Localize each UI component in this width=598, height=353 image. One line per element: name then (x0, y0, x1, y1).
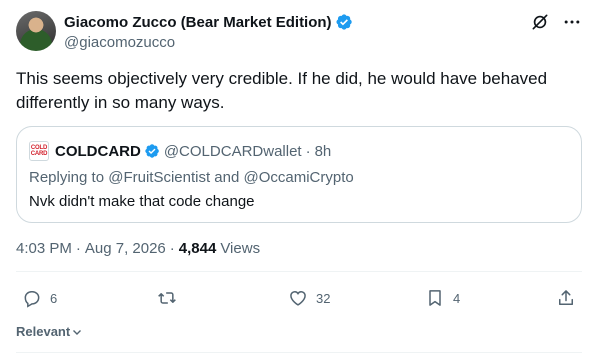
quote-header: COLD CARD COLDCARD @COLDCARDwallet · 8h (29, 141, 331, 161)
more-icon[interactable] (562, 12, 582, 32)
meta-separator: · (75, 240, 81, 257)
sort-label: Relevant (16, 324, 71, 339)
author-name-row: Giacomo Zucco (Bear Market Edition) (64, 12, 353, 32)
share-button[interactable] (556, 288, 576, 308)
chevron-down-icon (73, 329, 82, 335)
grok-icon[interactable] (530, 12, 550, 32)
action-bar: 6 32 4 (16, 288, 582, 312)
coldcard-logo-line2: CARD (30, 151, 48, 157)
author-handle[interactable]: @giacomozucco (64, 34, 175, 51)
coldcard-logo-icon[interactable]: COLD CARD (29, 141, 49, 161)
like-icon (290, 290, 306, 306)
tweet: Giacomo Zucco (Bear Market Edition) @gia… (0, 0, 598, 353)
bookmark-button[interactable]: 4 (425, 288, 460, 308)
reply-count: 6 (50, 290, 58, 306)
verified-badge-icon[interactable] (335, 13, 353, 31)
like-button[interactable]: 32 (288, 288, 330, 308)
bookmark-icon (429, 290, 441, 306)
quote-reply-context: Replying to @FruitScientist and @OccamiC… (29, 169, 354, 186)
share-icon (559, 290, 573, 305)
tweet-text: This seems objectively very credible. If… (16, 69, 548, 112)
retweet-icon (158, 292, 176, 304)
retweet-button[interactable] (157, 288, 185, 308)
quote-time[interactable]: 8h (315, 143, 332, 160)
meta-separator: · (169, 240, 175, 257)
views-label: Views (220, 240, 261, 257)
quote-text: Nvk didn't make that code change (29, 193, 255, 210)
top-actions (530, 12, 582, 32)
quote-separator: · (305, 142, 311, 160)
verified-badge-icon (144, 143, 160, 159)
tweet-date[interactable]: Aug 7, 2026 (85, 240, 166, 257)
bookmark-count: 4 (453, 290, 461, 306)
tweet-meta: 4:03 PM · Aug 7, 2026 · 4,844 Views (16, 240, 260, 257)
quote-author-handle[interactable]: @COLDCARDwallet (164, 143, 302, 160)
reply-button[interactable]: 6 (22, 288, 57, 308)
sort-dropdown[interactable]: Relevant (16, 324, 83, 339)
author-avatar[interactable] (16, 11, 56, 51)
author-display-name[interactable]: Giacomo Zucco (Bear Market Edition) (64, 14, 332, 31)
tweet-time[interactable]: 4:03 PM (16, 240, 72, 257)
views-count: 4,844 (178, 240, 217, 257)
like-count: 32 (316, 290, 331, 306)
quote-tweet[interactable]: COLD CARD COLDCARD @COLDCARDwallet · 8h … (16, 126, 582, 223)
quote-author-name[interactable]: COLDCARD (55, 143, 141, 160)
divider (16, 271, 582, 272)
reply-icon (24, 291, 40, 308)
